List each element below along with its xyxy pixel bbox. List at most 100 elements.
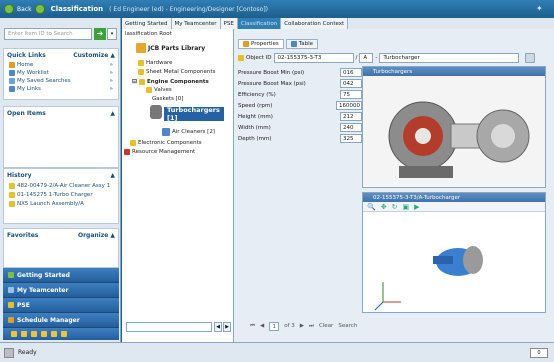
play-icon[interactable]: ▶ bbox=[414, 203, 419, 211]
getting-started-icon bbox=[8, 272, 14, 278]
class-image-panel: Turbochargers bbox=[362, 66, 546, 188]
attribute-row: Efficiency (%) 75 bbox=[238, 89, 362, 100]
navigation-pane: Enter Item ID to Search ➔ ▾ Quick Links … bbox=[0, 18, 121, 342]
quick-links-title: Quick Links bbox=[7, 51, 46, 59]
shortcut-icon[interactable] bbox=[41, 331, 47, 337]
item-icon bbox=[9, 182, 15, 189]
tab-my-teamcenter[interactable]: My Teamcenter bbox=[171, 18, 221, 29]
tree-node-library[interactable]: JCB Parts Library bbox=[136, 43, 205, 53]
item-search-input[interactable]: Enter Item ID to Search bbox=[4, 28, 92, 40]
prev-page-icon[interactable]: ◀ bbox=[260, 323, 264, 329]
attribute-row: Pressure Boost Max (psi) 042 bbox=[238, 78, 362, 89]
tab-collaboration-context[interactable]: Collaboration Context bbox=[281, 18, 349, 29]
first-page-icon[interactable]: ⏮ bbox=[250, 323, 255, 330]
forward-icon[interactable] bbox=[34, 4, 45, 14]
nav-shortcut-icons bbox=[3, 328, 119, 340]
attribute-row: Depth (mm) 325 bbox=[238, 133, 362, 144]
tree-node-electronic-components[interactable]: Electronic Components bbox=[130, 140, 202, 146]
status-bar: Ready 0 bbox=[0, 342, 554, 362]
revision-field[interactable]: A bbox=[359, 52, 374, 63]
table-icon bbox=[290, 41, 297, 47]
tab-properties[interactable]: Properties bbox=[238, 39, 284, 49]
tree-node-gaskets[interactable]: Gaskets [0] bbox=[152, 96, 183, 102]
clear-button[interactable]: Clear bbox=[319, 323, 333, 329]
next-page-icon[interactable]: ▶ bbox=[300, 323, 304, 329]
viewer-header: 02-155375-3-T3/A-Turbocharger bbox=[363, 193, 545, 202]
turbocharger-cutaway-image bbox=[363, 76, 545, 186]
tree-prev-button[interactable]: ◀ bbox=[214, 322, 222, 332]
app-tabs: Getting Started My Teamcenter PSE Classi… bbox=[122, 18, 554, 29]
nav-buttons: Back bbox=[4, 4, 45, 14]
tab-pse[interactable]: PSE bbox=[220, 18, 238, 29]
folder-icon bbox=[139, 78, 146, 85]
fit-icon[interactable]: ▣ bbox=[402, 203, 409, 211]
tree-node-turbochargers[interactable]: Turbochargers [1] bbox=[164, 106, 224, 122]
saved-search-icon bbox=[9, 78, 15, 84]
nav-getting-started[interactable]: Getting Started bbox=[3, 268, 119, 283]
classification-tree: lassification Root JCB Parts Library Har… bbox=[122, 29, 234, 342]
history-item[interactable]: NX5 Launch Assembly/A bbox=[4, 199, 118, 208]
tree-node-air-cleaners[interactable]: Air Cleaners [2] bbox=[162, 128, 215, 136]
page-count: of 3 bbox=[284, 323, 295, 329]
last-page-icon[interactable]: ⏭ bbox=[309, 323, 314, 330]
nav-pse[interactable]: PSE bbox=[3, 298, 119, 313]
turbocharger-thumbnail-icon bbox=[150, 105, 162, 119]
tree-root[interactable]: lassification Root bbox=[125, 31, 172, 37]
pan-icon[interactable]: ✥ bbox=[381, 203, 387, 211]
page-number-input[interactable]: 1 bbox=[269, 321, 280, 331]
image-panel-header: Turbochargers bbox=[363, 67, 545, 76]
results-pager: ⏮ ◀ 1 of 3 ▶ ⏭ Clear Search bbox=[234, 319, 554, 333]
viewer-toolbar: 🔍 ✥ ↻ ▣ ▶ bbox=[363, 202, 545, 212]
notification-icon[interactable]: 0 bbox=[530, 348, 548, 358]
pin-icon[interactable]: ✦ bbox=[536, 4, 546, 14]
history-title: History bbox=[7, 171, 32, 179]
tree-filter-input[interactable] bbox=[126, 322, 212, 332]
rotate-icon[interactable]: ↻ bbox=[392, 203, 398, 211]
item-icon bbox=[9, 191, 15, 198]
nav-my-teamcenter[interactable]: My Teamcenter bbox=[3, 283, 119, 298]
organize-link[interactable]: Organize bbox=[78, 232, 108, 239]
shortcut-icon[interactable] bbox=[61, 331, 67, 337]
nav-schedule-manager[interactable]: Schedule Manager bbox=[3, 313, 119, 328]
folder-icon bbox=[146, 87, 152, 93]
status-icon bbox=[4, 347, 14, 358]
quick-link-saved-searches[interactable]: My Saved Searches» bbox=[4, 77, 118, 85]
tree-node-valves[interactable]: Valves bbox=[146, 87, 172, 93]
tree-node-hardware[interactable]: Hardware bbox=[138, 60, 173, 66]
history-item[interactable]: 01-145275 1-Turbo Charger bbox=[4, 190, 118, 199]
search-go-button[interactable]: ➔ bbox=[94, 28, 106, 40]
history-section: History ▲ 482-00479-2/A-Air Cleaner Assy … bbox=[3, 168, 119, 224]
search-button[interactable]: Search bbox=[338, 323, 357, 329]
back-icon[interactable] bbox=[4, 4, 14, 14]
shortcut-icon[interactable] bbox=[31, 331, 37, 337]
tree-node-resource-management[interactable]: Resource Management bbox=[124, 149, 195, 155]
tree-node-sheet-metal[interactable]: Sheet Metal Components bbox=[138, 69, 215, 75]
shortcut-icon[interactable] bbox=[21, 331, 27, 337]
tab-table[interactable]: Table bbox=[285, 39, 319, 49]
open-items-section: Open Items ▲ bbox=[3, 106, 119, 168]
tab-classification[interactable]: Classification bbox=[237, 18, 282, 29]
customize-link[interactable]: Customize bbox=[73, 52, 108, 59]
attributes-list: Pressure Boost Min (psi) 016 Pressure Boo… bbox=[238, 67, 362, 144]
tree-node-engine-components[interactable]: ⊟ Engine Components bbox=[132, 78, 209, 85]
object-id-label: Object ID bbox=[246, 54, 272, 61]
object-id-field[interactable]: 02-155375-3-T3 bbox=[273, 52, 354, 63]
quick-link-my-links[interactable]: My Links» bbox=[4, 85, 118, 93]
open-items-title: Open Items bbox=[7, 109, 46, 117]
object-name-field[interactable]: Turbocharger bbox=[379, 52, 520, 63]
shortcut-icon[interactable] bbox=[11, 331, 17, 337]
history-item[interactable]: 482-00479-2/A-Air Cleaner Assy 1 bbox=[4, 181, 118, 190]
zoom-icon[interactable]: 🔍 bbox=[367, 203, 376, 211]
object-icon bbox=[238, 54, 244, 61]
schedule-icon bbox=[8, 317, 14, 323]
search-dropdown-icon[interactable]: ▾ bbox=[107, 28, 117, 40]
tree-next-button[interactable]: ▶ bbox=[223, 322, 231, 332]
shortcut-icon[interactable] bbox=[51, 331, 57, 337]
quick-links-section: Quick Links Customize ▲ Home» My Worklis… bbox=[3, 48, 119, 100]
back-label[interactable]: Back bbox=[17, 6, 32, 13]
quick-link-home[interactable]: Home» bbox=[4, 61, 118, 69]
tab-getting-started[interactable]: Getting Started bbox=[122, 18, 172, 29]
search-icon[interactable] bbox=[525, 52, 536, 63]
quick-link-worklist[interactable]: My Worklist» bbox=[4, 69, 118, 77]
library-icon bbox=[136, 43, 146, 53]
